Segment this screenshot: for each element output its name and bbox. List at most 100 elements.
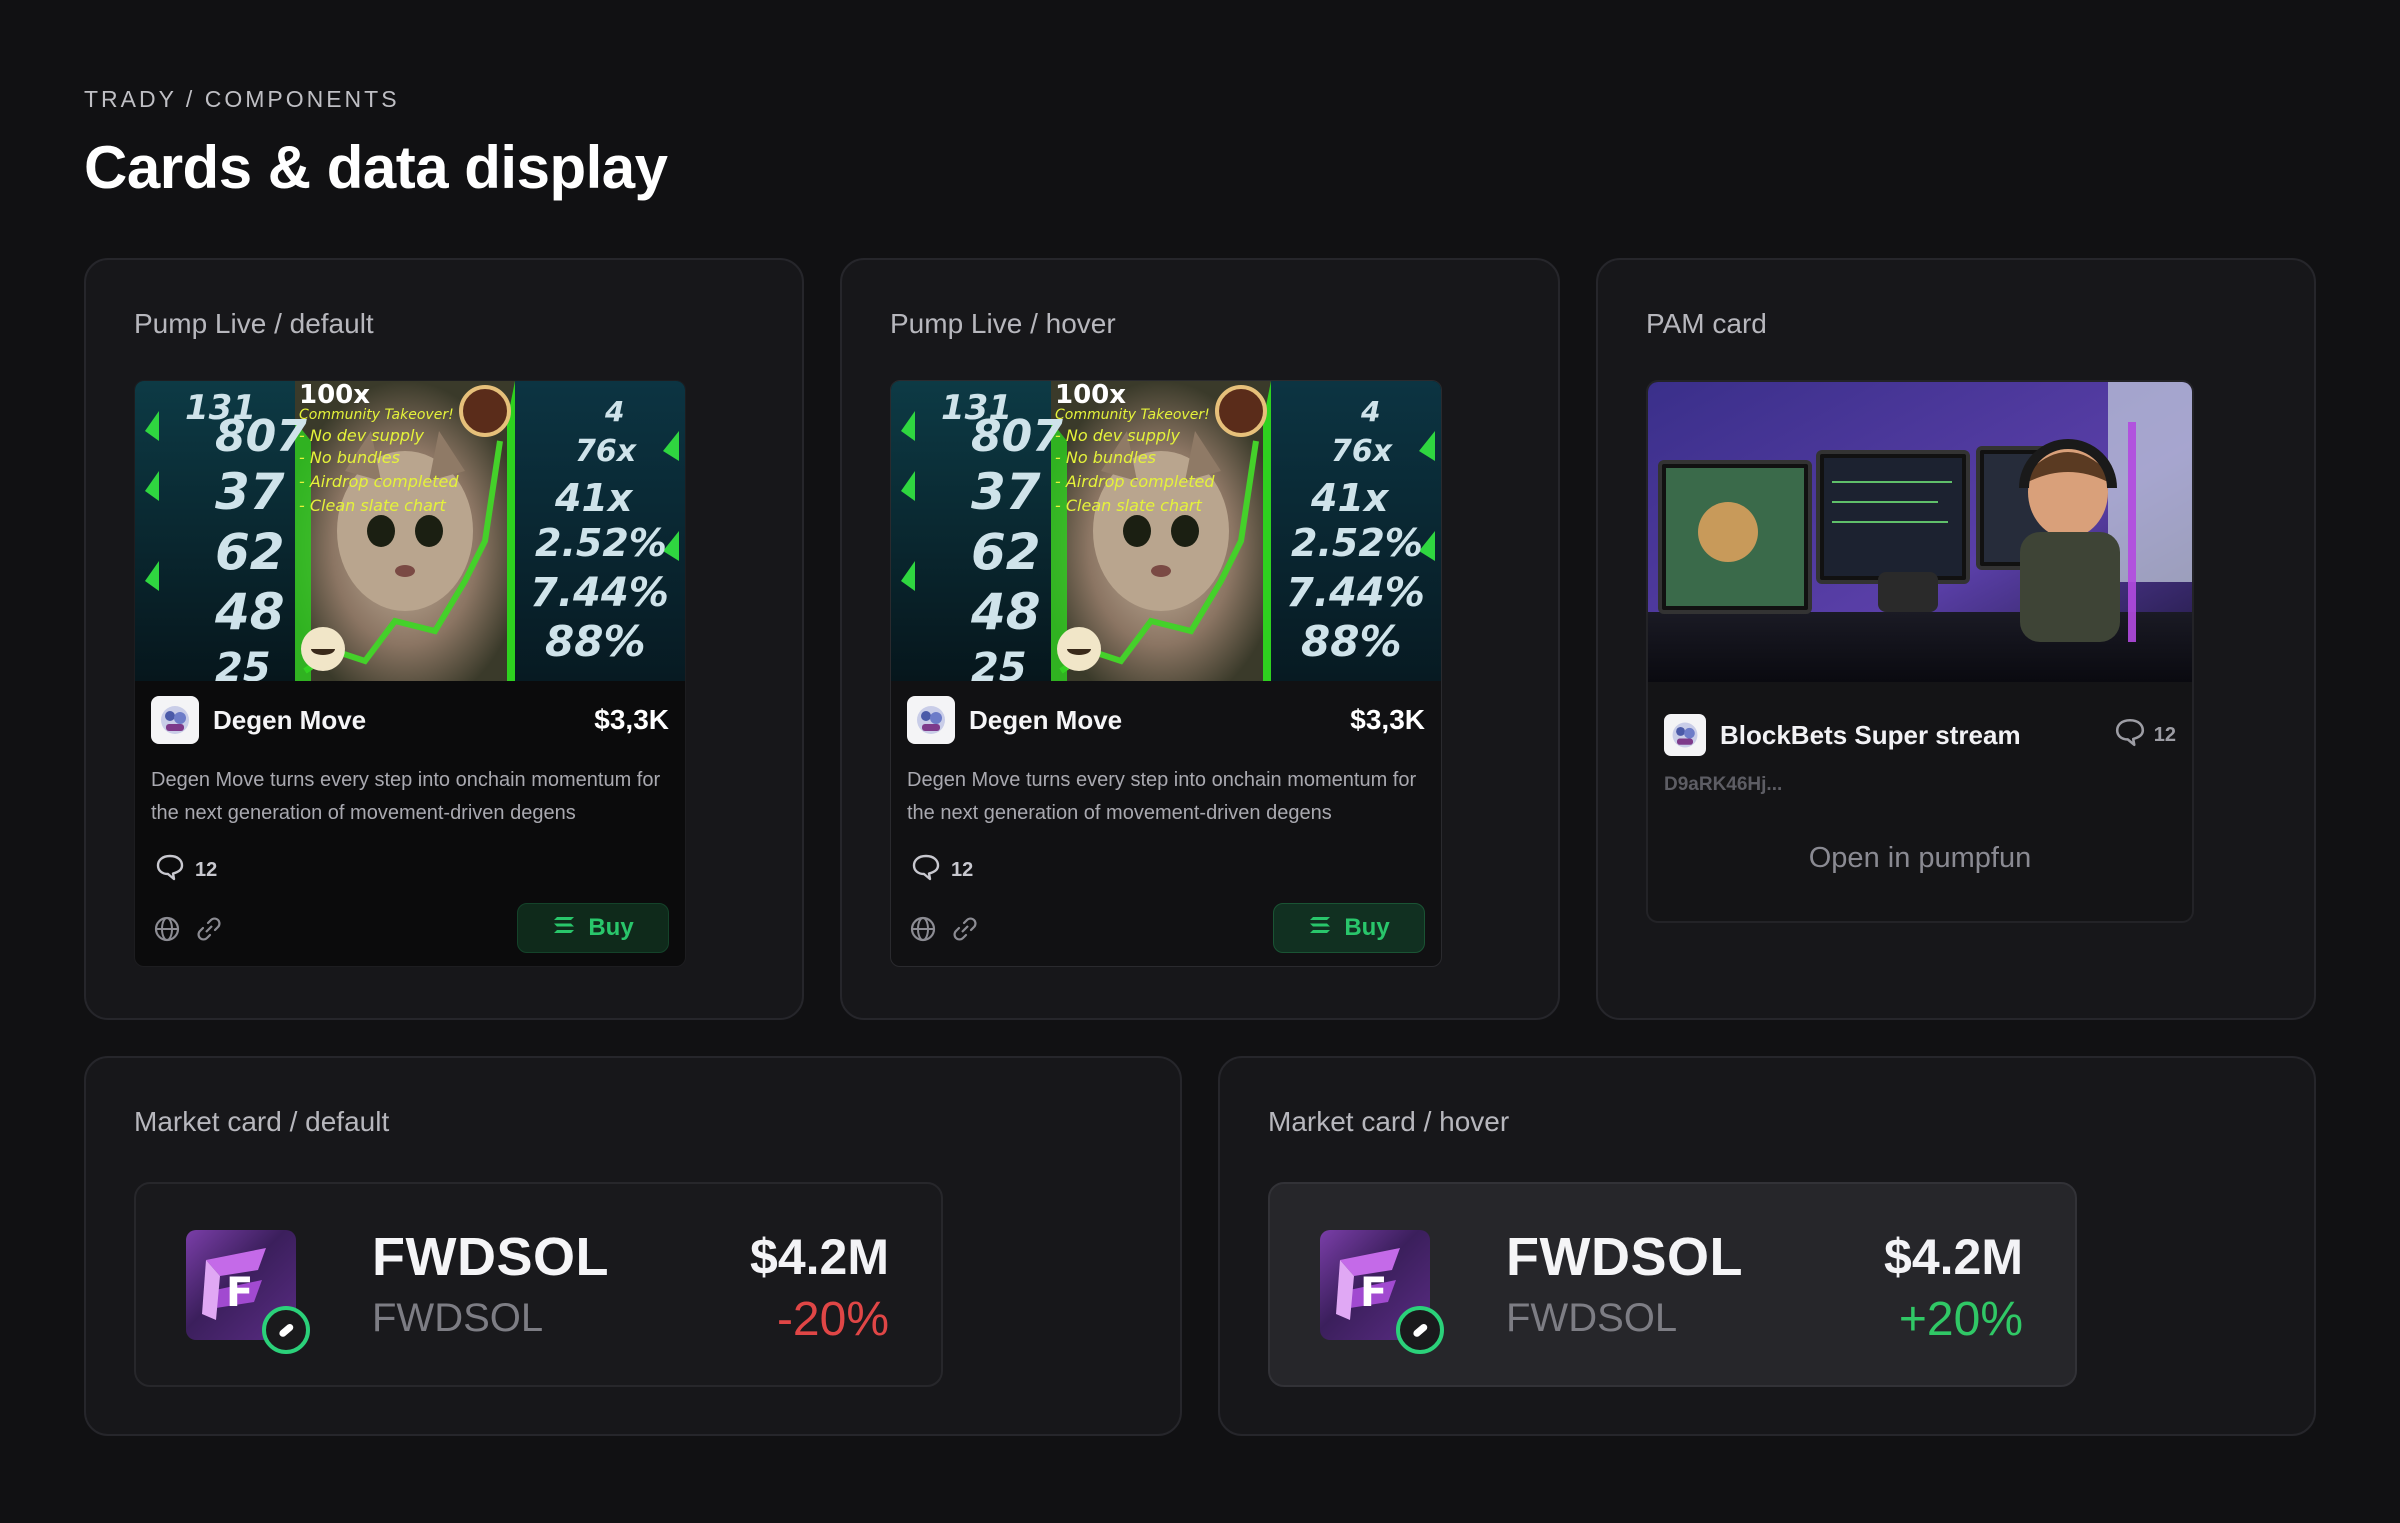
svg-text:7.44%: 7.44% — [1286, 570, 1425, 616]
svg-text:37: 37 — [215, 463, 285, 521]
svg-text:48: 48 — [970, 583, 1041, 641]
panel-market-card-hover: Market card / hover F FWDSOL FWDSOL $4.2… — [1218, 1056, 2316, 1436]
comment-bubble-icon — [155, 853, 185, 887]
market-change: -20% — [776, 1293, 889, 1346]
token-row: Degen Move $3,3K — [151, 695, 669, 745]
link-icon[interactable] — [951, 915, 979, 948]
svg-text:62: 62 — [215, 523, 285, 581]
logo-letter: F — [1360, 1270, 1387, 1316]
pam-card[interactable]: BlockBets Super stream 12 D9aRK46Hj... O… — [1646, 380, 2194, 923]
token-row: Degen Move $3,3K — [907, 695, 1425, 745]
svg-text:- No bundles: - No bundles — [299, 448, 400, 467]
svg-text:Community Takeover!: Community Takeover! — [299, 407, 454, 423]
market-card[interactable]: F FWDSOL FWDSOL $4.2M -20% — [134, 1182, 943, 1387]
buy-button[interactable]: Buy — [1273, 903, 1425, 953]
svg-text:- Airdrop completed: - Airdrop completed — [299, 472, 459, 491]
svg-text:88%: 88% — [545, 617, 646, 666]
token-thumbnail: 131 807 37 62 48 25 4 76x 41x 2.52% 7.44… — [891, 381, 1441, 681]
svg-text:- Clean slate chart: - Clean slate chart — [1055, 496, 1202, 515]
svg-text:- Clean slate chart: - Clean slate chart — [299, 496, 446, 515]
svg-text:88%: 88% — [1301, 617, 1402, 666]
pill-badge-icon — [1396, 1306, 1444, 1354]
svg-text:- No dev supply: - No dev supply — [299, 426, 424, 445]
open-in-pumpfun-button[interactable]: Open in pumpfun — [1648, 842, 2192, 875]
market-change: +20% — [1898, 1293, 2023, 1346]
comment-count[interactable]: 12 — [911, 853, 973, 887]
svg-text:41x: 41x — [554, 476, 634, 520]
comment-count[interactable]: 12 — [2114, 717, 2176, 753]
panel-market-card-default: Market card / default F FWDSOL FWDSOL $4… — [84, 1056, 1182, 1436]
svg-text:25: 25 — [971, 645, 1027, 681]
panel-pump-live-hover: Pump Live / hover 131 807 37 62 48 25 4 … — [840, 258, 1560, 1020]
svg-text:2.52%: 2.52% — [535, 521, 667, 565]
svg-text:4: 4 — [604, 395, 624, 428]
svg-text:2.52%: 2.52% — [1291, 521, 1423, 565]
svg-text:25: 25 — [215, 645, 271, 681]
pill-badge-icon — [262, 1306, 310, 1354]
buy-label: Buy — [1344, 914, 1390, 941]
panel-label: Pump Live / default — [134, 308, 374, 339]
token-price: $3,3K — [594, 704, 669, 735]
stream-title-row: BlockBets Super stream 12 — [1664, 714, 2176, 756]
token-links — [153, 915, 223, 948]
token-price: $3,3K — [1350, 704, 1425, 735]
buy-label: Buy — [588, 914, 634, 941]
panel-pump-live-default: Pump Live / default 131 807 37 62 48 25 … — [84, 258, 804, 1020]
token-logo — [907, 696, 955, 744]
market-symbol: FWDSOL — [1506, 1227, 1743, 1287]
market-card[interactable]: F FWDSOL FWDSOL $4.2M +20% — [1268, 1182, 2077, 1387]
token-thumbnail: 131 807 37 62 48 25 4 76x 41x 2.52% 7.44… — [135, 381, 685, 681]
comment-count[interactable]: 12 — [155, 853, 217, 887]
pump-live-card[interactable]: 131 807 37 62 48 25 4 76x 41x 2.52% 7.44… — [134, 380, 686, 967]
pump-live-card[interactable]: 131 807 37 62 48 25 4 76x 41x 2.52% 7.44… — [890, 380, 1442, 967]
svg-text:37: 37 — [971, 463, 1041, 521]
market-symbol: FWDSOL — [372, 1227, 609, 1287]
comment-bubble-icon — [911, 853, 941, 887]
stream-logo — [1664, 714, 1706, 756]
market-logo: F — [1320, 1230, 1444, 1354]
token-description: Degen Move turns every step into onchain… — [151, 769, 661, 824]
svg-text:807: 807 — [215, 411, 307, 462]
panel-label: Market card / default — [134, 1106, 390, 1137]
solana-icon — [552, 914, 576, 942]
contract-address[interactable]: D9aRK46Hj... — [1664, 774, 1782, 796]
panel-pam-card: PAM card BlockBets Super stream 12 D9aRK… — [1596, 258, 2316, 1020]
svg-text:807: 807 — [971, 411, 1063, 462]
svg-text:Community Takeover!: Community Takeover! — [1055, 407, 1210, 423]
token-links — [909, 915, 979, 948]
svg-text:- No dev supply: - No dev supply — [1055, 426, 1180, 445]
token-name: Degen Move — [213, 704, 367, 735]
svg-text:4: 4 — [1360, 395, 1380, 428]
svg-text:76x: 76x — [575, 434, 638, 469]
buy-button[interactable]: Buy — [517, 903, 669, 953]
comment-bubble-icon — [2114, 717, 2146, 753]
breadcrumb: TRADY / COMPONENTS — [84, 86, 400, 112]
market-subtitle: FWDSOL — [372, 1296, 544, 1340]
svg-text:48: 48 — [214, 583, 285, 641]
panel-label: PAM card — [1646, 308, 1767, 339]
svg-text:- No bundles: - No bundles — [1055, 448, 1156, 467]
svg-text:100x: 100x — [1055, 381, 1126, 410]
globe-icon[interactable] — [909, 915, 937, 948]
globe-icon[interactable] — [153, 915, 181, 948]
comment-count-value: 12 — [951, 858, 974, 881]
page-title: Cards & data display — [84, 134, 668, 201]
market-logo: F — [186, 1230, 310, 1354]
svg-text:- Airdrop completed: - Airdrop completed — [1055, 472, 1215, 491]
comment-count-value: 12 — [195, 858, 218, 881]
stream-name: BlockBets Super stream — [1720, 719, 2021, 750]
svg-text:100x: 100x — [299, 381, 370, 410]
svg-text:7.44%: 7.44% — [530, 570, 669, 616]
svg-text:62: 62 — [971, 523, 1041, 581]
market-value: $4.2M — [750, 1229, 889, 1285]
market-value: $4.2M — [1884, 1229, 2023, 1285]
token-name: Degen Move — [969, 704, 1123, 735]
comment-count-value: 12 — [2153, 723, 2176, 746]
market-subtitle: FWDSOL — [1506, 1296, 1678, 1340]
svg-text:76x: 76x — [1331, 434, 1394, 469]
solana-icon — [1308, 914, 1332, 942]
link-icon[interactable] — [195, 915, 223, 948]
stream-thumbnail — [1648, 382, 2192, 682]
svg-text:41x: 41x — [1310, 476, 1390, 520]
logo-letter: F — [226, 1270, 253, 1316]
